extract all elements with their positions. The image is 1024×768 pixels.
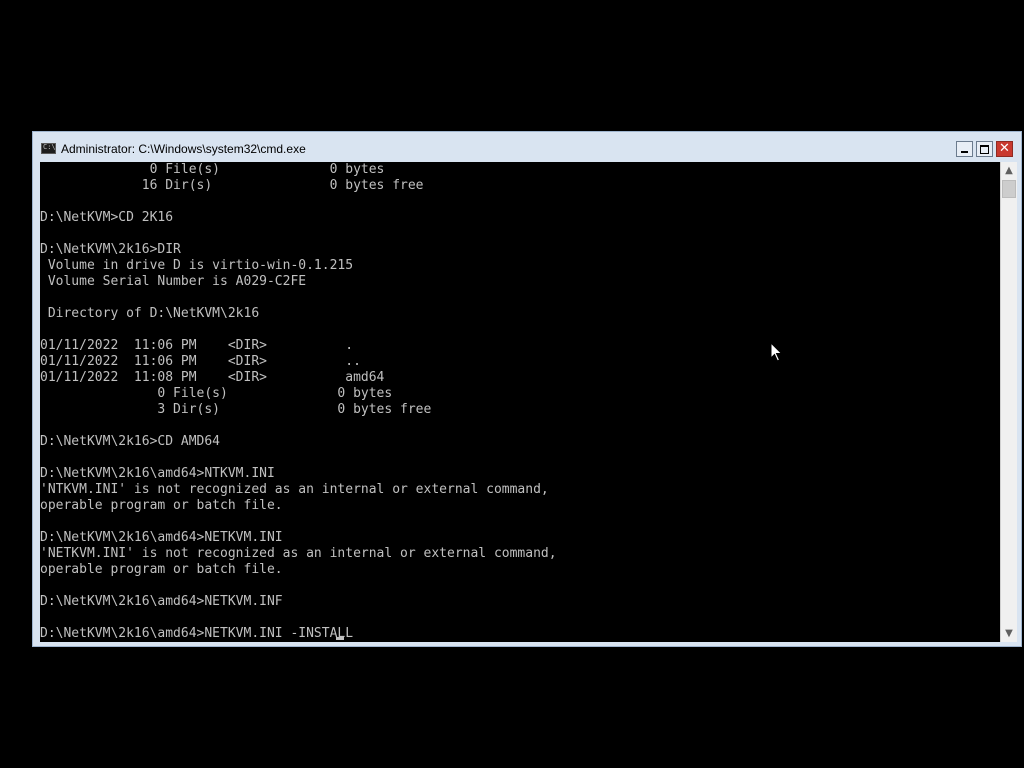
console-line: 3 Dir(s) 0 bytes free — [40, 402, 432, 417]
maximize-button[interactable] — [976, 141, 993, 157]
console-line: 01/11/2022 11:06 PM <DIR> . — [40, 338, 354, 353]
console-line: operable program or batch file. — [40, 498, 283, 513]
console-line: 01/11/2022 11:06 PM <DIR> .. — [40, 354, 361, 369]
console-line: 'NTKVM.INI' is not recognized as an inte… — [40, 482, 549, 497]
cmd-icon: C:\ — [41, 143, 56, 154]
close-button[interactable]: ✕ — [996, 141, 1013, 157]
cmd-window: C:\ Administrator: C:\Windows\system32\c… — [32, 131, 1022, 647]
console-line: Directory of D:\NetKVM\2k16 — [40, 306, 260, 321]
console-line: Volume Serial Number is A029-C2FE — [40, 274, 307, 289]
minimize-button[interactable] — [956, 141, 973, 157]
console-line: D:\NetKVM\2k16\amd64>NETKVM.INI -INSTALL — [40, 626, 354, 641]
scroll-up-arrow-icon[interactable]: ▲ — [1001, 162, 1017, 179]
console-line: D:\NetKVM\2k16\amd64>NETKVM.INF — [40, 594, 283, 609]
mouse-pointer-icon — [770, 342, 783, 362]
window-titlebar[interactable]: C:\ Administrator: C:\Windows\system32\c… — [33, 132, 1021, 161]
console-line: D:\NetKVM\2k16\amd64>NETKVM.INI — [40, 530, 283, 545]
console-line: D:\NetKVM>CD 2K16 — [40, 210, 174, 225]
console-line: 'NETKVM.INI' is not recognized as an int… — [40, 546, 557, 561]
scroll-down-arrow-icon[interactable]: ▼ — [1001, 625, 1017, 642]
cmd-icon-text: C:\ — [43, 143, 56, 151]
console-line: D:\NetKVM\2k16\amd64>NTKVM.INI — [40, 466, 275, 481]
scroll-thumb[interactable] — [1002, 180, 1016, 198]
console-line: 01/11/2022 11:08 PM <DIR> amd64 — [40, 370, 385, 385]
console-line: 0 File(s) 0 bytes — [40, 162, 385, 177]
maximize-icon — [980, 145, 989, 154]
minimize-icon — [961, 151, 968, 153]
close-icon: ✕ — [999, 141, 1010, 156]
console-line: Volume in drive D is virtio-win-0.1.215 — [40, 258, 354, 273]
vertical-scrollbar[interactable]: ▲ ▼ — [1000, 162, 1017, 642]
console-line: 16 Dir(s) 0 bytes free — [40, 178, 424, 193]
console-line: D:\NetKVM\2k16>DIR — [40, 242, 181, 257]
console-line: 0 File(s) 0 bytes — [40, 386, 393, 401]
console-line: D:\NetKVM\2k16>CD AMD64 — [40, 434, 221, 449]
console-output[interactable]: 0 File(s) 0 bytes 16 Dir(s) 0 bytes free… — [40, 162, 1000, 642]
window-title: Administrator: C:\Windows\system32\cmd.e… — [61, 142, 306, 156]
console-line: operable program or batch file. — [40, 562, 283, 577]
